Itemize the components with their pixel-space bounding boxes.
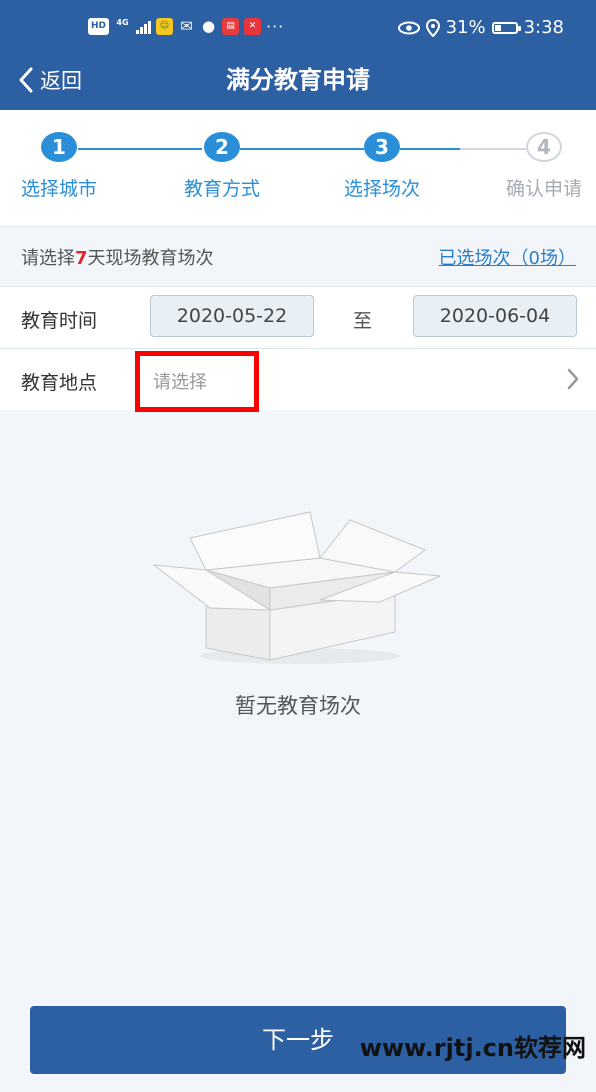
battery-percent: 31% [445, 17, 486, 38]
date-separator: 至 [353, 310, 373, 332]
back-label: 返回 [40, 69, 82, 93]
location-icon [425, 18, 440, 37]
wechat-icon: ✉ [180, 17, 193, 35]
hint-prefix: 请选择 [21, 248, 75, 269]
hint-number: 7 [75, 248, 88, 269]
watermark-text: www.rjtj.cn软荐网 [359, 1034, 586, 1062]
app-header: HD 4G ☺ ✉ ● ▤ ✕ ··· 31% 3:38 返回 满分教育申请 [0, 0, 596, 110]
message-icon: ● [201, 17, 216, 35]
page-title: 满分教育申请 [226, 66, 370, 94]
step-1: 1 选择城市 [0, 132, 139, 201]
more-notifications-icon: ··· [266, 17, 285, 36]
status-bar: HD 4G ☺ ✉ ● ▤ ✕ ··· 31% 3:38 [0, 0, 596, 58]
step-4: 4 确认申请 [464, 132, 596, 201]
hint-suffix: 天现场教育场次 [87, 248, 214, 269]
hd-icon: HD [88, 18, 109, 35]
network-type-icon: 4G [116, 18, 129, 27]
step-number: 4 [526, 132, 562, 162]
battery-icon [491, 21, 521, 34]
step-label: 选择场次 [343, 178, 420, 200]
step-2: 2 教育方式 [142, 132, 302, 201]
empty-box-icon [152, 511, 441, 664]
end-date-field[interactable]: 2020-06-04 [413, 295, 577, 337]
step-number: 2 [204, 132, 240, 162]
chevron-left-icon [19, 67, 33, 93]
signal-icon [136, 20, 151, 34]
session-select-bar: 请选择7天现场教育场次 已选场次（0场） [0, 227, 596, 285]
start-date-field[interactable]: 2020-05-22 [150, 295, 314, 337]
step-progress: 1 选择城市 2 教育方式 3 选择场次 4 确认申请 [0, 110, 596, 227]
step-number: 3 [364, 132, 400, 162]
step-label: 选择城市 [20, 178, 97, 200]
eye-icon [397, 21, 420, 34]
step-number: 1 [41, 132, 77, 162]
reader-app-icon: ▤ [222, 18, 239, 35]
empty-state-text: 暂无教育场次 [235, 694, 361, 718]
education-time-row: 教育时间 2020-05-22 至 2020-06-04 [0, 286, 596, 348]
step-label: 教育方式 [183, 178, 260, 200]
step-label: 确认申请 [505, 178, 582, 200]
status-right-icons: 31% 3:38 [397, 17, 564, 38]
chevron-right-icon [567, 368, 579, 390]
highlight-annotation-box [135, 351, 259, 412]
clock: 3:38 [523, 17, 564, 38]
step-3: 3 选择场次 [302, 132, 462, 201]
selected-sessions-link[interactable]: 已选场次（0场） [439, 244, 576, 270]
back-button[interactable]: 返回 [18, 62, 82, 98]
education-time-label: 教育时间 [21, 310, 98, 332]
education-location-row[interactable]: 教育地点 请选择 [0, 348, 596, 412]
status-left-icons: HD 4G ☺ ✉ ● ▤ ✕ ··· [88, 17, 284, 36]
session-hint: 请选择7天现场教育场次 [21, 244, 214, 270]
education-location-label: 教育地点 [21, 372, 98, 394]
app-icon: ✕ [244, 18, 261, 35]
app-notification-icon: ☺ [156, 18, 173, 35]
